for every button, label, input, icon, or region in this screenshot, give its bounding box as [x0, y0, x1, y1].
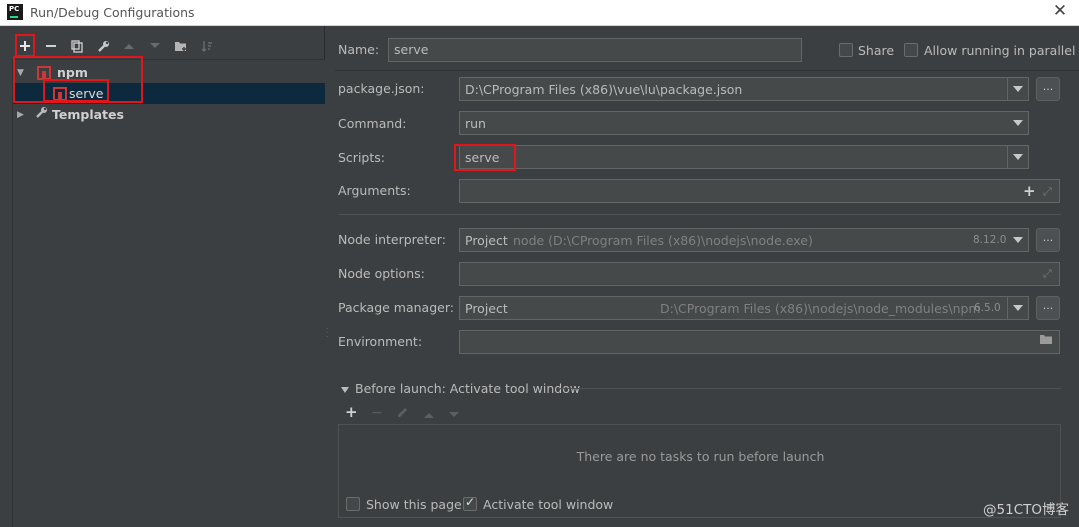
chevron-down-icon[interactable]	[1007, 297, 1028, 319]
command-combo[interactable]: run	[459, 111, 1029, 135]
allow-parallel-label: Allow running in parallel	[924, 43, 1076, 58]
minus-icon[interactable]	[38, 36, 64, 56]
configurations-toolbar	[12, 36, 220, 56]
scripts-combo[interactable]: serve	[459, 145, 1029, 169]
name-label: Name:	[338, 42, 380, 57]
show-this-page-label: Show this page	[366, 497, 462, 512]
chevron-down-icon[interactable]	[1007, 146, 1028, 168]
node-interpreter-path: node (D:\CProgram Files (x86)\nodejs\nod…	[513, 233, 813, 248]
tree-node-templates[interactable]: ▶ Templates	[13, 104, 325, 125]
activate-tool-window-checkbox[interactable]	[463, 495, 477, 511]
package-manager-browse-button[interactable]: ...	[1036, 296, 1060, 320]
package-json-label: package.json:	[338, 81, 425, 96]
node-interpreter-combo[interactable]: Project node (D:\CProgram Files (x86)\no…	[459, 228, 1029, 252]
package-manager-label: Package manager:	[338, 300, 454, 315]
arrow-down-icon[interactable]	[448, 408, 460, 422]
node-interpreter-prefix: Project	[465, 233, 508, 248]
activate-tool-window-label: Activate tool window	[483, 497, 614, 512]
remove-task-icon[interactable]: −	[371, 405, 383, 421]
chevron-down-icon[interactable]	[1007, 112, 1028, 134]
before-launch-header[interactable]: Before launch: Activate tool window	[341, 381, 580, 396]
configurations-panel: ▼ npm serve ▶ Templates	[0, 26, 325, 527]
node-interpreter-browse-button[interactable]: ...	[1036, 228, 1060, 252]
scripts-value-highlight	[454, 144, 516, 171]
share-checkbox[interactable]	[839, 43, 853, 57]
name-separator	[335, 70, 1079, 71]
name-input[interactable]: serve	[388, 38, 802, 62]
arrow-up-icon[interactable]	[116, 36, 142, 56]
node-interpreter-version: 8.12.0	[973, 234, 1007, 246]
window-title: Run/Debug Configurations	[30, 5, 195, 20]
wrench-icon	[35, 106, 48, 123]
title-bar: PC Run/Debug Configurations ✕	[0, 0, 1079, 26]
chevron-down-icon[interactable]	[1007, 78, 1028, 100]
expand-icon[interactable]: ⤢	[1043, 185, 1052, 199]
package-manager-prefix: Project	[465, 301, 508, 316]
package-manager-path: D:\CProgram Files (x86)\nodejs\node_modu…	[660, 301, 981, 316]
show-this-page-checkbox[interactable]	[346, 497, 360, 511]
collapse-arrow-icon[interactable]: ▶	[17, 110, 27, 120]
node-interpreter-label: Node interpreter:	[338, 232, 446, 247]
add-button-highlight	[15, 34, 35, 57]
before-launch-separator	[556, 388, 1061, 389]
wrench-icon[interactable]	[90, 36, 116, 56]
allow-parallel-checkbox[interactable]	[904, 43, 918, 57]
node-options-input[interactable]	[459, 262, 1060, 286]
add-task-icon[interactable]: +	[345, 403, 358, 421]
environment-label: Environment:	[338, 334, 423, 349]
command-value: run	[465, 116, 486, 131]
arguments-label: Arguments:	[338, 183, 411, 198]
share-label: Share	[858, 43, 895, 58]
panel-splitter[interactable]: · · ·	[326, 326, 330, 341]
serve-node-highlight	[43, 79, 109, 102]
arguments-input[interactable]	[459, 179, 1060, 203]
package-manager-version: 6.5.0	[974, 302, 1001, 314]
configurations-tree: ▼ npm serve ▶ Templates	[12, 59, 325, 527]
folder-icon[interactable]	[1039, 334, 1053, 348]
scripts-label: Scripts:	[338, 150, 385, 165]
configuration-form: Name: serve Share Allow running in paral…	[331, 26, 1079, 527]
node-options-label: Node options:	[338, 266, 425, 281]
close-icon[interactable]: ✕	[1051, 2, 1069, 20]
package-manager-combo[interactable]: Project D:\CProgram Files (x86)\nodejs\n…	[459, 296, 1029, 320]
add-argument-icon[interactable]: +	[1023, 182, 1036, 200]
watermark: @51CTO博客	[983, 502, 1069, 518]
edit-task-icon[interactable]	[396, 406, 409, 422]
section-separator	[338, 214, 1061, 215]
arrow-up-icon[interactable]	[423, 408, 435, 422]
package-json-browse-button[interactable]: ...	[1036, 77, 1060, 101]
pycharm-app-icon: PC	[7, 4, 23, 20]
empty-tasks-message: There are no tasks to run before launch	[576, 449, 825, 464]
tree-node-templates-label: Templates	[52, 107, 124, 122]
arrow-down-icon[interactable]	[142, 36, 168, 56]
command-label: Command:	[338, 116, 407, 131]
before-launch-title: Before launch: Activate tool window	[355, 381, 581, 396]
expand-icon[interactable]: ⤢	[1043, 267, 1052, 281]
new-folder-icon[interactable]	[168, 36, 194, 56]
package-json-combo[interactable]: D:\CProgram Files (x86)\vue\lu\package.j…	[459, 77, 1029, 101]
collapse-triangle-icon[interactable]	[341, 386, 349, 393]
chevron-down-icon[interactable]	[1007, 229, 1028, 251]
copy-icon[interactable]	[64, 36, 90, 56]
sort-icon[interactable]	[194, 36, 220, 56]
package-json-value: D:\CProgram Files (x86)\vue\lu\package.j…	[465, 82, 743, 97]
environment-input[interactable]	[459, 330, 1060, 354]
